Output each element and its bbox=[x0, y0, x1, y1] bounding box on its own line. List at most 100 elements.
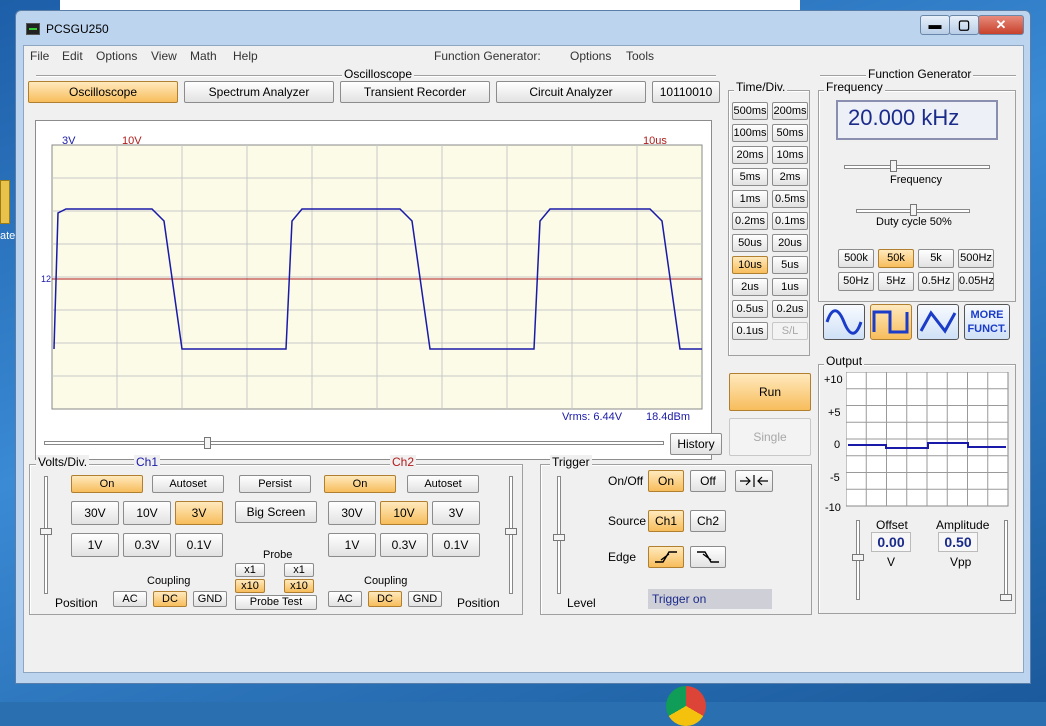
timediv-01ms[interactable]: 0.1ms bbox=[772, 212, 808, 230]
ch1-range-1v[interactable]: 1V bbox=[71, 533, 119, 557]
menu-math[interactable]: Math bbox=[190, 49, 217, 63]
desktop-folder-icon[interactable] bbox=[0, 180, 10, 224]
menu-function-generator[interactable]: Function Generator: bbox=[434, 49, 541, 63]
ch1-on-button[interactable]: On bbox=[71, 475, 143, 493]
menu-fg-options[interactable]: Options bbox=[570, 49, 611, 63]
big-screen-button[interactable]: Big Screen bbox=[235, 501, 317, 523]
timediv-50ms[interactable]: 50ms bbox=[772, 124, 808, 142]
tab-spectrum-analyzer[interactable]: Spectrum Analyzer bbox=[184, 81, 334, 103]
fg-range-50k[interactable]: 50k bbox=[878, 249, 914, 268]
fg-range-5hz[interactable]: 5Hz bbox=[878, 272, 914, 291]
minimize-button[interactable]: ▬ bbox=[920, 15, 950, 35]
close-button[interactable]: ✕ bbox=[978, 15, 1024, 35]
menu-view[interactable]: View bbox=[151, 49, 177, 63]
ch2-position-slider[interactable] bbox=[509, 476, 513, 594]
timediv-2ms[interactable]: 2ms bbox=[772, 168, 808, 186]
ch1-probe-x10[interactable]: x10 bbox=[235, 579, 265, 593]
ch2-range-10v[interactable]: 10V bbox=[380, 501, 428, 525]
ch1-probe-x1[interactable]: x1 bbox=[235, 563, 265, 577]
persist-button[interactable]: Persist bbox=[239, 475, 311, 493]
rising-edge-button[interactable] bbox=[648, 546, 684, 568]
ch2-range-1v[interactable]: 1V bbox=[328, 533, 376, 557]
ch1-range-10v[interactable]: 10V bbox=[123, 501, 171, 525]
ch2-on-button[interactable]: On bbox=[324, 475, 396, 493]
trigger-source-ch1[interactable]: Ch1 bbox=[648, 510, 684, 532]
ch2-range-3v[interactable]: 3V bbox=[432, 501, 480, 525]
timediv-10us[interactable]: 10us bbox=[732, 256, 768, 274]
ch1-range-0p3v[interactable]: 0.3V bbox=[123, 533, 171, 557]
menu-help[interactable]: Help bbox=[233, 49, 258, 63]
amplitude-slider[interactable] bbox=[1004, 520, 1008, 600]
ch2-position-handle[interactable] bbox=[505, 528, 517, 535]
timediv-02us[interactable]: 0.2us bbox=[772, 300, 808, 318]
fg-range-500k[interactable]: 500k bbox=[838, 249, 874, 268]
chrome-icon[interactable] bbox=[666, 686, 706, 726]
menu-edit[interactable]: Edit bbox=[62, 49, 83, 63]
square-wave-button[interactable] bbox=[870, 304, 912, 340]
timediv-1us[interactable]: 1us bbox=[772, 278, 808, 296]
offset-slider-handle[interactable] bbox=[852, 554, 864, 561]
frequency-slider[interactable] bbox=[844, 165, 990, 169]
ch2-probe-x1[interactable]: x1 bbox=[284, 563, 314, 577]
timediv-5us[interactable]: 5us bbox=[772, 256, 808, 274]
maximize-button[interactable]: ▢ bbox=[949, 15, 979, 35]
menu-file[interactable]: File bbox=[30, 49, 49, 63]
sine-wave-button[interactable] bbox=[823, 304, 865, 340]
history-scrollbar[interactable] bbox=[44, 441, 664, 445]
timediv-05ms[interactable]: 0.5ms bbox=[772, 190, 808, 208]
menu-tools[interactable]: Tools bbox=[626, 49, 654, 63]
tab-logic[interactable]: 10110010 bbox=[652, 81, 720, 103]
ch2-coupling-ac[interactable]: AC bbox=[328, 591, 362, 607]
ch1-range-30v[interactable]: 30V bbox=[71, 501, 119, 525]
trigger-center-button[interactable] bbox=[735, 470, 773, 492]
fg-range-0p05hz[interactable]: 0.05Hz bbox=[958, 272, 994, 291]
ch2-coupling-dc[interactable]: DC bbox=[368, 591, 402, 607]
tab-oscilloscope[interactable]: Oscilloscope bbox=[28, 81, 178, 103]
probe-test-button[interactable]: Probe Test bbox=[235, 595, 317, 610]
ch1-range-0p1v[interactable]: 0.1V bbox=[175, 533, 223, 557]
ch1-coupling-ac[interactable]: AC bbox=[113, 591, 147, 607]
trigger-source-ch2[interactable]: Ch2 bbox=[690, 510, 726, 532]
timediv-500ms[interactable]: 500ms bbox=[732, 102, 768, 120]
timediv-200ms[interactable]: 200ms bbox=[772, 102, 808, 120]
timediv-20us[interactable]: 20us bbox=[772, 234, 808, 252]
falling-edge-button[interactable] bbox=[690, 546, 726, 568]
tab-transient-recorder[interactable]: Transient Recorder bbox=[340, 81, 490, 103]
timediv-02ms[interactable]: 0.2ms bbox=[732, 212, 768, 230]
history-button[interactable]: History bbox=[670, 433, 722, 455]
timediv-05us[interactable]: 0.5us bbox=[732, 300, 768, 318]
run-button[interactable]: Run bbox=[729, 373, 811, 411]
trigger-on-button[interactable]: On bbox=[648, 470, 684, 492]
timediv-10ms[interactable]: 10ms bbox=[772, 146, 808, 164]
ch2-range-30v[interactable]: 30V bbox=[328, 501, 376, 525]
ch2-range-0p1v[interactable]: 0.1V bbox=[432, 533, 480, 557]
triangle-wave-button[interactable] bbox=[917, 304, 959, 340]
amplitude-slider-handle[interactable] bbox=[1000, 594, 1012, 601]
trigger-level-handle[interactable] bbox=[553, 534, 565, 541]
ch1-autoset-button[interactable]: Autoset bbox=[152, 475, 224, 493]
timediv-100ms[interactable]: 100ms bbox=[732, 124, 768, 142]
ch2-coupling-gnd[interactable]: GND bbox=[408, 591, 442, 607]
timediv-1ms[interactable]: 1ms bbox=[732, 190, 768, 208]
timediv-5ms[interactable]: 5ms bbox=[732, 168, 768, 186]
ch1-position-handle[interactable] bbox=[40, 528, 52, 535]
title-bar[interactable]: PCSGU250 ▬ ▢ ✕ bbox=[16, 11, 1030, 45]
tab-circuit-analyzer[interactable]: Circuit Analyzer bbox=[496, 81, 646, 103]
timediv-20ms[interactable]: 20ms bbox=[732, 146, 768, 164]
ch2-autoset-button[interactable]: Autoset bbox=[407, 475, 479, 493]
fg-range-0p5hz[interactable]: 0.5Hz bbox=[918, 272, 954, 291]
ch1-coupling-dc[interactable]: DC bbox=[153, 591, 187, 607]
timediv-50us[interactable]: 50us bbox=[732, 234, 768, 252]
timediv-2us[interactable]: 2us bbox=[732, 278, 768, 296]
ch1-position-slider[interactable] bbox=[44, 476, 48, 594]
ch1-coupling-gnd[interactable]: GND bbox=[193, 591, 227, 607]
frequency-slider-handle[interactable] bbox=[890, 160, 897, 172]
scope-display[interactable]: 3V 10V 10us 12 Vrms: 6.44V 18.4dBm Histo… bbox=[35, 120, 722, 460]
trigger-off-button[interactable]: Off bbox=[690, 470, 726, 492]
ch1-range-3v[interactable]: 3V bbox=[175, 501, 223, 525]
history-scroll-handle[interactable] bbox=[204, 437, 211, 449]
duty-cycle-handle[interactable] bbox=[910, 204, 917, 216]
more-functions-button[interactable]: MORE FUNCT. bbox=[964, 304, 1010, 340]
menu-options[interactable]: Options bbox=[96, 49, 137, 63]
single-button[interactable]: Single bbox=[729, 418, 811, 456]
